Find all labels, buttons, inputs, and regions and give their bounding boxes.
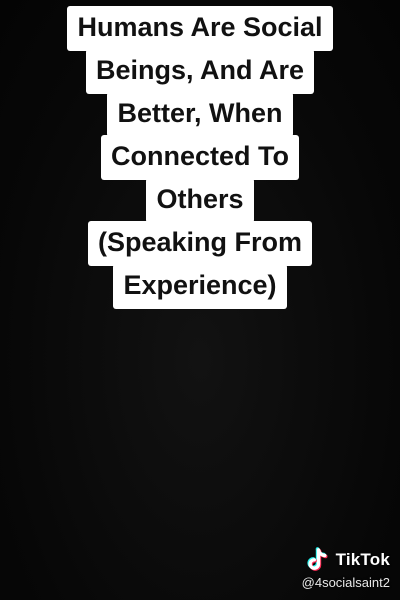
creator-handle: @4socialsaint2	[301, 575, 390, 590]
tiktok-logo-icon	[307, 547, 328, 571]
watermark-brand-row: TikTok	[306, 547, 390, 573]
caption-line-6: (Speaking From	[87, 221, 313, 266]
caption-line-3: Better, When	[107, 92, 293, 137]
caption-line-1: Humans Are Social	[67, 6, 333, 51]
tiktok-watermark: TikTok @4socialsaint2	[302, 547, 390, 590]
caption-line-4: Connected To	[101, 135, 299, 180]
caption-line-5: Others	[146, 178, 254, 223]
caption-line-7: Experience)	[113, 264, 287, 309]
video-frame[interactable]: Humans Are Social Beings, And Are Better…	[0, 0, 400, 600]
caption-line-2: Beings, And Are	[85, 49, 315, 94]
tiktok-brand-label: TikTok	[335, 550, 390, 569]
caption-overlay: Humans Are Social Beings, And Are Better…	[0, 6, 400, 309]
